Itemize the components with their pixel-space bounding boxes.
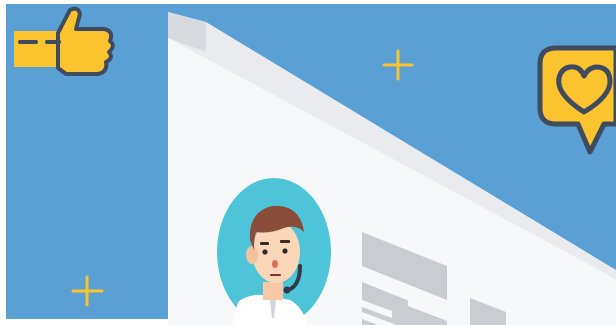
avatar-brow-left — [260, 242, 269, 245]
avatar-eye-left — [262, 249, 268, 255]
avatar-ear-left — [246, 246, 258, 264]
avatar-brow-right — [280, 240, 290, 243]
headset-mic — [283, 286, 291, 294]
frame-top — [0, 0, 616, 4]
avatar-mouth — [270, 274, 281, 276]
avatar-nose — [272, 260, 278, 268]
profile-avatar — [217, 178, 331, 325]
avatar-eye-right — [282, 248, 288, 254]
profile-illustration — [0, 0, 616, 325]
frame-left — [0, 0, 6, 325]
avatar-neck — [263, 282, 283, 300]
